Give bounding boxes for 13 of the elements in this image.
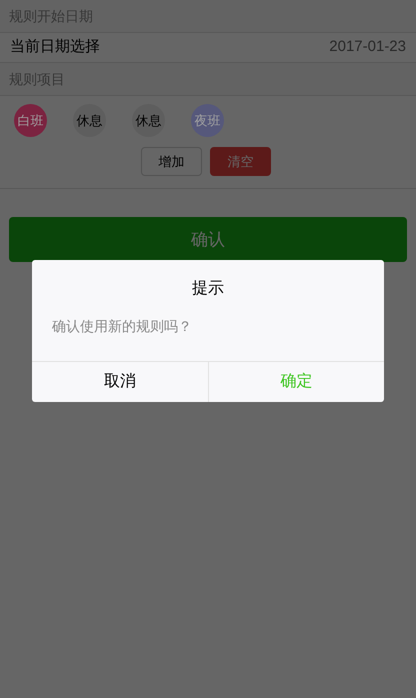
rule-chip[interactable]: 休息 — [73, 104, 106, 137]
action-button[interactable]: 清空 — [210, 147, 271, 176]
action-button[interactable]: 增加 — [141, 147, 202, 176]
dialog-title: 提示 — [192, 279, 224, 299]
confirm-button[interactable]: 确认 — [9, 217, 407, 262]
rule-chip[interactable]: 休息 — [132, 104, 165, 137]
date-value[interactable]: 2017-01-23 — [329, 36, 406, 59]
rule-chip[interactable]: 夜班 — [191, 104, 224, 137]
rule-chip[interactable]: 白班 — [14, 104, 47, 137]
cancel-button[interactable]: 取消 — [32, 362, 208, 402]
dialog-message: 确认使用新的规则吗？ — [52, 318, 192, 334]
date-label: 当前日期选择 — [10, 37, 100, 58]
ok-button[interactable]: 确定 — [208, 362, 384, 402]
